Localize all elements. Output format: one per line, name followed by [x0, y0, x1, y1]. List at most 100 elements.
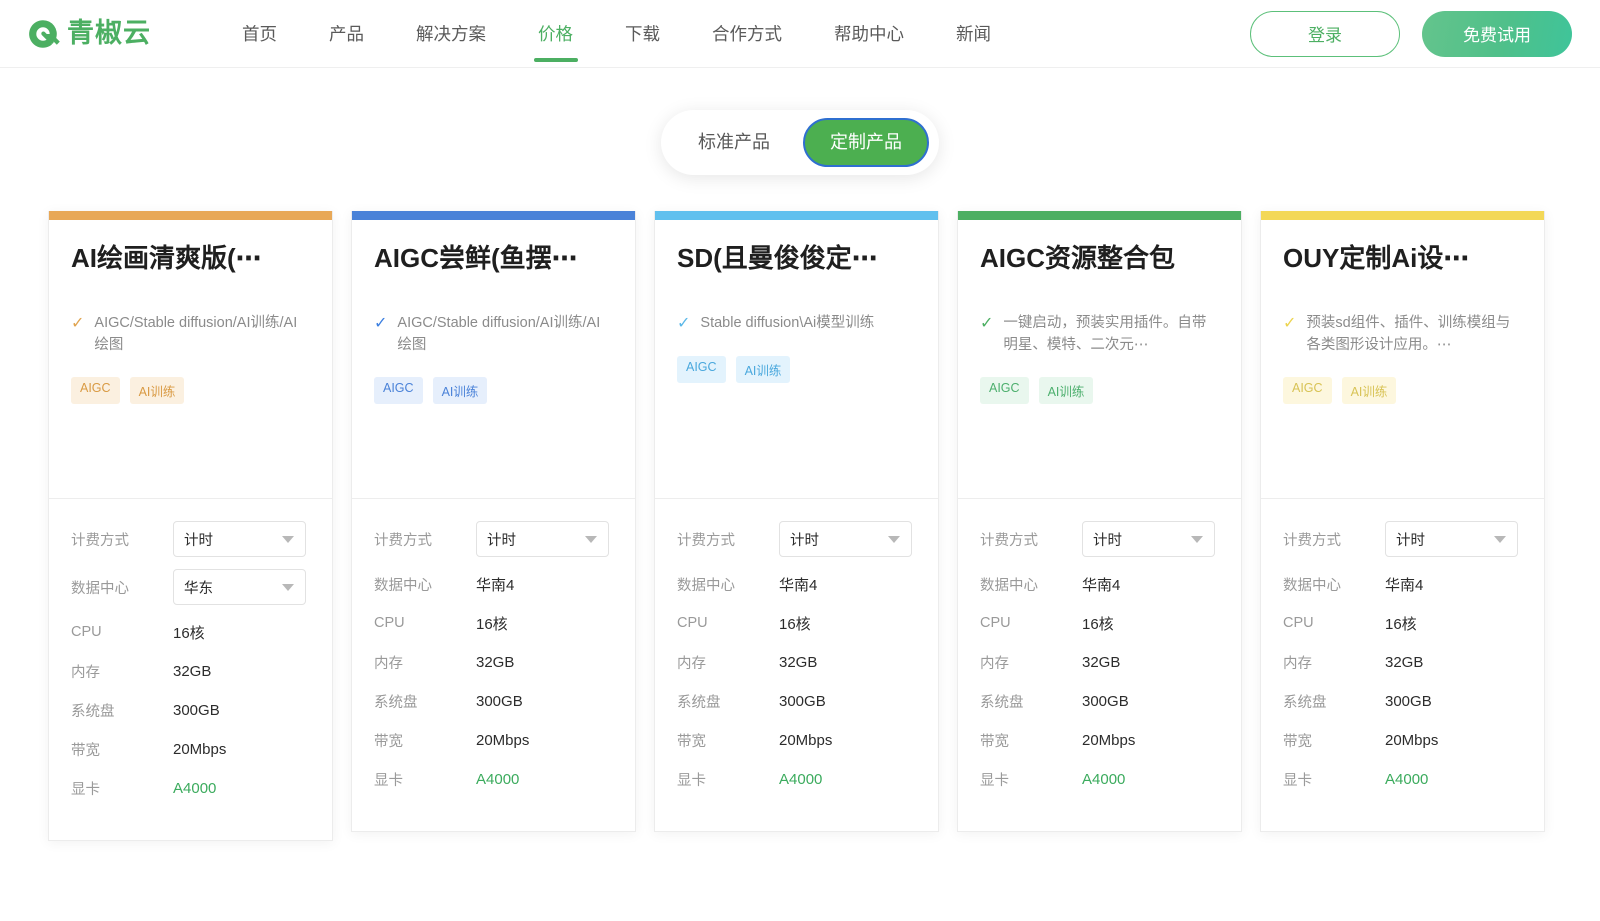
chevron-down-icon [282, 536, 294, 543]
spec-row: 计费方式计时 [1283, 521, 1522, 557]
spec-value: A4000 [1385, 771, 1428, 788]
card-title: OUY定制Ai设⋯ [1283, 242, 1522, 276]
product-type-toggle-wrap: 标准产品 定制产品 [0, 68, 1600, 175]
spec-label: 系统盘 [677, 691, 779, 712]
card-tag: AI训练 [1342, 377, 1397, 404]
card-header: SD(且曼俊俊定⋯✓Stable diffusion\Ai模型训练AIGCAI训… [655, 220, 938, 498]
spec-row: 数据中心华南4 [677, 569, 916, 599]
spec-row: 数据中心华南4 [374, 569, 613, 599]
spec-value: 20Mbps [476, 732, 529, 749]
card-header: AIGC尝鲜(鱼摆⋯✓AIGC/Stable diffusion/AI训练/AI… [352, 220, 635, 498]
spec-row: 数据中心华南4 [980, 569, 1219, 599]
spec-select[interactable]: 华东 [173, 569, 306, 605]
card-header: OUY定制Ai设⋯✓预装sd组件、插件、训练模组与各类图形设计应用。⋯AIGCA… [1261, 220, 1544, 498]
spec-label: CPU [374, 615, 476, 631]
nav-item-download[interactable]: 下载 [599, 0, 686, 68]
nav-item-pricing[interactable]: 价格 [512, 0, 599, 68]
spec-select-value: 华东 [184, 577, 213, 598]
spec-value: 300GB [476, 693, 523, 710]
spec-value: 20Mbps [1082, 732, 1135, 749]
spec-label: 计费方式 [677, 529, 779, 550]
spec-label: 内存 [1283, 652, 1385, 673]
spec-row: 带宽20Mbps [1283, 725, 1522, 755]
card-tag: AIGC [677, 356, 726, 383]
product-card[interactable]: AIGC资源整合包✓一键启动，预装实用插件。自带明星、模特、二次元⋯AIGCAI… [957, 211, 1242, 832]
spec-row: 计费方式计时 [980, 521, 1219, 557]
spec-value: A4000 [476, 771, 519, 788]
product-card[interactable]: SD(且曼俊俊定⋯✓Stable diffusion\Ai模型训练AIGCAI训… [654, 211, 939, 832]
spec-label: 计费方式 [374, 529, 476, 550]
spec-row: CPU16核 [374, 608, 613, 638]
spec-row: 内存32GB [677, 647, 916, 677]
toggle-standard-products[interactable]: 标准产品 [672, 119, 796, 166]
card-feature-text: Stable diffusion\Ai模型训练 [700, 312, 874, 334]
spec-row: 计费方式计时 [677, 521, 916, 557]
spec-value: 300GB [173, 702, 220, 719]
spec-select[interactable]: 计时 [1385, 521, 1518, 557]
spec-row: 带宽20Mbps [374, 725, 613, 755]
spec-label: 显卡 [71, 778, 173, 799]
spec-label: 内存 [677, 652, 779, 673]
card-feature: ✓一键启动，预装实用插件。自带明星、模特、二次元⋯ [980, 312, 1219, 357]
card-title: AI绘画清爽版(⋯ [71, 242, 310, 276]
card-accent-bar [49, 211, 332, 220]
nav-item-help-center[interactable]: 帮助中心 [808, 0, 930, 68]
spec-value: 20Mbps [173, 741, 226, 758]
spec-label: 带宽 [71, 739, 173, 760]
spec-row: 系统盘300GB [1283, 686, 1522, 716]
spec-row: 显卡A4000 [374, 764, 613, 794]
card-feature: ✓AIGC/Stable diffusion/AI训练/AI绘图 [71, 312, 310, 357]
spec-label: 显卡 [374, 769, 476, 790]
spec-label: 数据中心 [980, 574, 1082, 595]
product-card[interactable]: AI绘画清爽版(⋯ ✓AIGC/Stable diffusion/AI训练/AI绘… [48, 211, 333, 841]
nav-item-news[interactable]: 新闻 [930, 0, 1017, 68]
spec-select[interactable]: 计时 [173, 521, 306, 557]
brand-name: 青椒云 [67, 20, 151, 47]
spec-label: 显卡 [677, 769, 779, 790]
spec-value: A4000 [1082, 771, 1125, 788]
nav-item-solutions[interactable]: 解决方案 [390, 0, 512, 68]
spec-value: 300GB [1385, 693, 1432, 710]
spec-label: 内存 [980, 652, 1082, 673]
spec-value: 16核 [1082, 613, 1114, 634]
card-tags: AIGCAI训练 [1283, 377, 1522, 404]
product-card[interactable]: AIGC尝鲜(鱼摆⋯✓AIGC/Stable diffusion/AI训练/AI… [351, 211, 636, 832]
spec-select[interactable]: 计时 [1082, 521, 1215, 557]
card-tag: AIGC [980, 377, 1029, 404]
product-type-toggle: 标准产品 定制产品 [661, 110, 939, 175]
spec-label: 计费方式 [980, 529, 1082, 550]
spec-select-value: 计时 [184, 529, 213, 550]
toggle-custom-products[interactable]: 定制产品 [804, 119, 928, 166]
product-card[interactable]: OUY定制Ai设⋯✓预装sd组件、插件、训练模组与各类图形设计应用。⋯AIGCA… [1260, 211, 1545, 832]
card-tags: AIGCAI训练 [980, 377, 1219, 404]
spec-row: CPU16核 [71, 617, 310, 647]
check-icon: ✓ [71, 312, 84, 336]
spec-label: 数据中心 [71, 577, 173, 598]
spec-row: CPU16核 [1283, 608, 1522, 638]
spec-select[interactable]: 计时 [476, 521, 609, 557]
spec-row: 系统盘300GB [980, 686, 1219, 716]
login-button[interactable]: 登录 [1250, 11, 1400, 57]
spec-label: 数据中心 [1283, 574, 1385, 595]
card-title: SD(且曼俊俊定⋯ [677, 242, 916, 276]
spec-value: 32GB [1082, 654, 1120, 671]
nav-item-home[interactable]: 首页 [216, 0, 303, 68]
spec-value: 20Mbps [1385, 732, 1438, 749]
spec-value: 华南4 [1082, 574, 1120, 595]
spec-select-value: 计时 [1093, 529, 1122, 550]
nav-item-partnership[interactable]: 合作方式 [686, 0, 808, 68]
header-actions: 登录 免费试用 [1250, 11, 1572, 57]
spec-label: CPU [677, 615, 779, 631]
spec-value: A4000 [173, 780, 216, 797]
nav-item-products[interactable]: 产品 [303, 0, 390, 68]
free-trial-button[interactable]: 免费试用 [1422, 11, 1572, 57]
spec-select[interactable]: 计时 [779, 521, 912, 557]
card-tag: AI训练 [736, 356, 791, 383]
spec-label: 计费方式 [1283, 529, 1385, 550]
brand-logo[interactable]: 青椒云 [26, 17, 216, 51]
spec-select-value: 计时 [790, 529, 819, 550]
spec-value: 32GB [476, 654, 514, 671]
card-feature-text: AIGC/Stable diffusion/AI训练/AI绘图 [397, 312, 613, 357]
check-icon: ✓ [1283, 312, 1296, 336]
card-spec-table: 计费方式计时数据中心华东CPU16核内存32GB系统盘300GB带宽20Mbps… [49, 498, 332, 840]
